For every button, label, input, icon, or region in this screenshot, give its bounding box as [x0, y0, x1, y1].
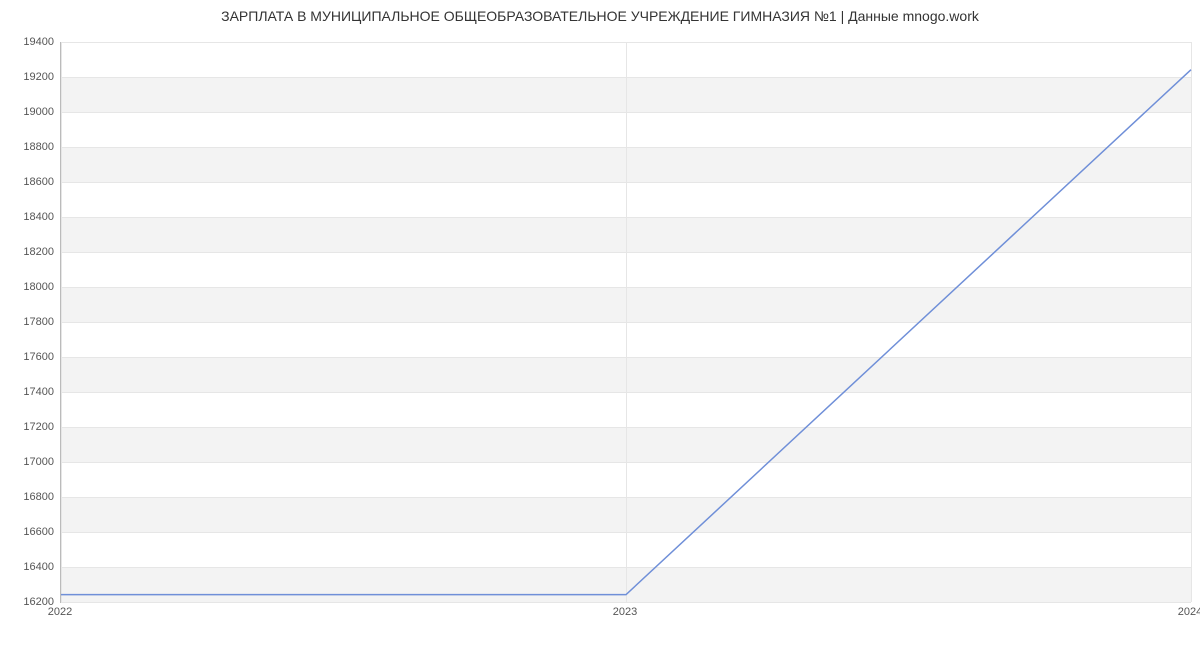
y-tick-label: 16600	[4, 526, 54, 538]
chart-title: ЗАРПЛАТА В МУНИЦИПАЛЬНОЕ ОБЩЕОБРАЗОВАТЕЛ…	[0, 8, 1200, 24]
x-tick-label: 2024	[1178, 606, 1200, 618]
y-tick-label: 18200	[4, 246, 54, 258]
gridline-v	[1191, 42, 1192, 602]
x-tick-label: 2023	[613, 606, 637, 618]
y-tick-label: 19200	[4, 71, 54, 83]
y-tick-label: 16800	[4, 491, 54, 503]
y-tick-label: 16400	[4, 561, 54, 573]
y-tick-label: 17000	[4, 456, 54, 468]
series-line	[61, 70, 1191, 595]
y-tick-label: 18400	[4, 211, 54, 223]
plot-area	[60, 42, 1191, 603]
y-tick-label: 18600	[4, 176, 54, 188]
y-tick-label: 17800	[4, 316, 54, 328]
x-tick-label: 2022	[48, 606, 72, 618]
y-tick-label: 16200	[4, 596, 54, 608]
y-tick-label: 18800	[4, 141, 54, 153]
y-tick-label: 19000	[4, 106, 54, 118]
chart-container: ЗАРПЛАТА В МУНИЦИПАЛЬНОЕ ОБЩЕОБРАЗОВАТЕЛ…	[0, 0, 1200, 650]
y-tick-label: 17600	[4, 351, 54, 363]
line-layer	[61, 42, 1191, 602]
y-tick-label: 18000	[4, 281, 54, 293]
y-tick-label: 19400	[4, 36, 54, 48]
y-tick-label: 17200	[4, 421, 54, 433]
gridline-h	[61, 602, 1191, 603]
y-tick-label: 17400	[4, 386, 54, 398]
